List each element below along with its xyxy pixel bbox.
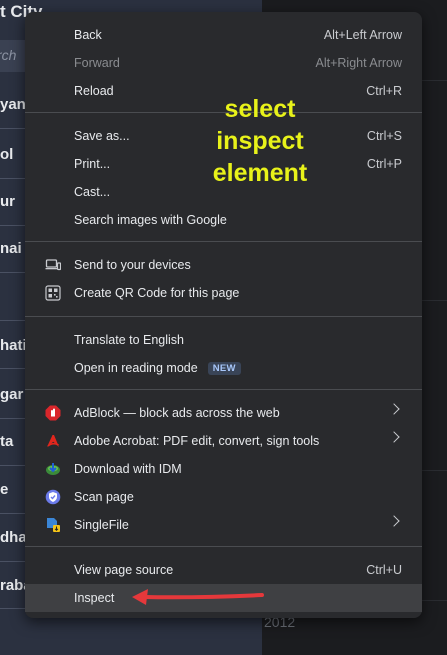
menu-item-idm[interactable]: Download with IDM <box>25 455 422 483</box>
menu-item-search-images[interactable]: Search images with Google <box>25 206 422 234</box>
city-item[interactable]: nai <box>0 240 22 257</box>
shortcut-label: Alt+Right Arrow <box>315 56 403 70</box>
divider <box>0 320 25 321</box>
city-item[interactable]: ol <box>0 146 13 163</box>
city-item[interactable]: ta <box>0 433 13 450</box>
acrobat-icon <box>45 433 61 449</box>
divider <box>0 465 25 466</box>
divider <box>0 561 25 562</box>
city-item[interactable]: hati <box>0 337 27 354</box>
menu-item-label: Open in reading mode <box>74 361 198 375</box>
menu-separator <box>25 389 422 390</box>
shortcut-label: Ctrl+P <box>366 157 402 171</box>
idm-icon <box>45 461 61 477</box>
menu-item-acrobat[interactable]: Adobe Acrobat: PDF edit, convert, sign t… <box>25 427 422 455</box>
divider <box>0 225 25 226</box>
menu-item-label: Reload <box>74 84 114 98</box>
shortcut-label: Ctrl+R <box>366 84 402 98</box>
annotation-arrow-icon <box>132 589 264 605</box>
menu-item-label: Create QR Code for this page <box>74 286 240 300</box>
menu-item-label: Inspect <box>74 591 115 605</box>
scan-icon <box>45 489 61 505</box>
menu-item-label: Forward <box>74 56 120 70</box>
menu-item-label: SingleFile <box>74 518 129 532</box>
menu-item-singlefile[interactable]: SingleFile <box>25 511 422 539</box>
menu-item-label: Save as... <box>74 129 130 143</box>
menu-item-label: Scan page <box>74 490 134 504</box>
divider <box>0 272 25 273</box>
menu-item-reading-mode[interactable]: Open in reading mode NEW <box>25 354 422 382</box>
menu-item-label: Translate to English <box>74 333 185 347</box>
menu-item-qr-code[interactable]: Create QR Code for this page <box>25 279 422 307</box>
divider <box>0 418 25 419</box>
menu-separator <box>25 546 422 547</box>
city-item[interactable]: dha <box>0 529 27 546</box>
devices-icon <box>45 257 62 273</box>
menu-item-adblock[interactable]: AdBlock — block ads across the web <box>25 399 422 427</box>
menu-separator <box>25 316 422 317</box>
new-badge: NEW <box>207 361 241 375</box>
menu-item-label: Print... <box>74 157 111 171</box>
menu-separator <box>25 241 422 242</box>
chevron-right-icon <box>388 431 400 443</box>
menu-item-forward: Forward Alt+Right Arrow <box>25 49 422 77</box>
divider <box>0 128 25 129</box>
qr-code-icon <box>45 285 61 301</box>
annotation-line: select <box>224 95 296 123</box>
shortcut-label: Ctrl+U <box>366 563 402 577</box>
menu-item-label: Send to your devices <box>74 258 191 272</box>
menu-item-label: Download with IDM <box>74 462 182 476</box>
divider <box>0 608 25 609</box>
menu-item-translate[interactable]: Translate to English <box>25 326 422 354</box>
menu-item-send-devices[interactable]: Send to your devices <box>25 251 422 279</box>
annotation-line: element <box>212 159 308 187</box>
menu-item-scan[interactable]: Scan page <box>25 483 422 511</box>
shortcut-label: Ctrl+S <box>366 129 402 143</box>
city-item[interactable]: e <box>0 481 8 498</box>
adblock-icon <box>45 405 61 421</box>
menu-item-back[interactable]: Back Alt+Left Arrow <box>25 21 422 49</box>
city-item[interactable]: ur <box>0 193 15 210</box>
shortcut-label: Alt+Left Arrow <box>323 28 402 42</box>
divider <box>0 178 25 179</box>
menu-item-label: AdBlock — block ads across the web <box>74 406 280 420</box>
divider <box>0 513 25 514</box>
chevron-right-icon <box>388 403 400 415</box>
menu-item-label: Adobe Acrobat: PDF edit, convert, sign t… <box>74 434 320 448</box>
annotation-text: select inspect element <box>180 93 340 189</box>
menu-item-label: Cast... <box>74 185 111 199</box>
divider <box>0 368 25 369</box>
city-item[interactable]: gar <box>0 386 23 403</box>
menu-item-view-source[interactable]: View page source Ctrl+U <box>25 556 422 584</box>
annotation-line: inspect <box>216 127 304 155</box>
menu-item-label: Back <box>74 28 102 42</box>
menu-item-label: Search images with Google <box>74 213 227 227</box>
singlefile-icon <box>45 517 61 533</box>
chevron-right-icon <box>388 515 400 527</box>
menu-item-label: View page source <box>74 563 174 577</box>
